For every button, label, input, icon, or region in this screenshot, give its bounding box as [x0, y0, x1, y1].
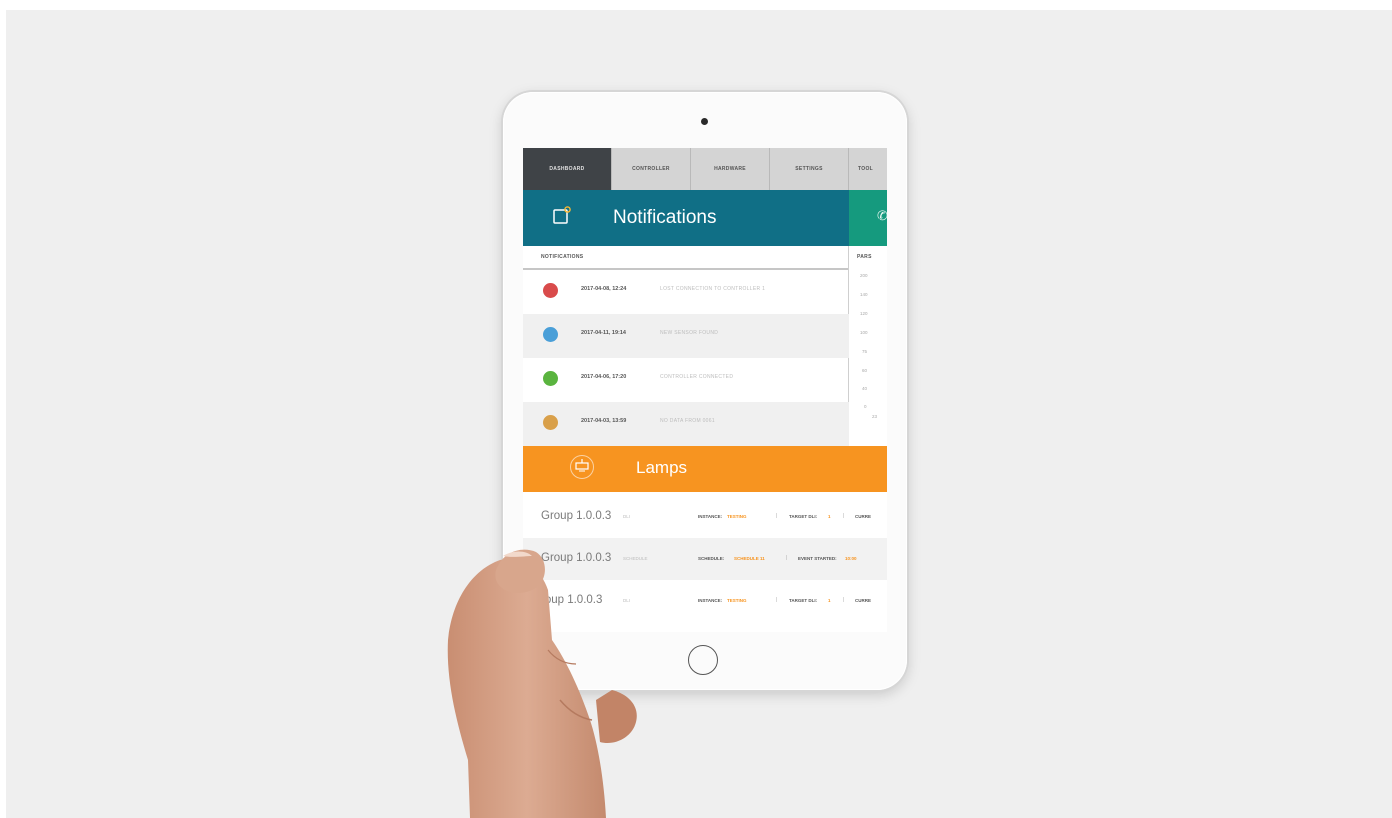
status-dot-orange [543, 415, 558, 430]
notification-message: NO DATA FROM 0061 [660, 418, 715, 424]
notification-row[interactable]: 2017-04-11, 19:14 NEW SENSOR FOUND [523, 314, 849, 358]
notification-box-icon [553, 206, 571, 224]
lamp-field-label: TARGET DLI: [789, 598, 818, 603]
scale-value: 100 [860, 330, 868, 335]
separator: | [843, 597, 845, 603]
lamp-group-mode: DLI [623, 514, 631, 519]
scale-value: 0 [864, 404, 867, 409]
scale-value: 75 [862, 349, 868, 354]
home-button[interactable] [688, 645, 718, 675]
tablet-device: DASHBOARD CONTROLLER HARDWARE SETTINGS T… [503, 92, 907, 690]
notification-message: LOST CONNECTION TO CONTROLLER 1 [660, 286, 766, 292]
notification-row[interactable]: 2017-04-06, 17:20 CONTROLLER CONNECTED [523, 358, 849, 402]
lamp-group-name: roup 1.0.0.3 [541, 594, 603, 606]
phone-icon: ✆ [877, 208, 887, 223]
tab-tool[interactable]: TOOL [849, 148, 887, 190]
tab-dashboard[interactable]: DASHBOARD [523, 148, 612, 190]
notification-date: 2017-04-08, 12:24 [581, 286, 627, 292]
tab-controller[interactable]: CONTROLLER [612, 148, 691, 190]
lamp-field-label: CURRE [855, 514, 872, 519]
camera-icon [701, 118, 708, 125]
lamp-group-name: Group 1.0.0.3 [541, 510, 612, 522]
lamp-group-row[interactable]: roup 1.0.0.3 DLI INSTANCE: TESTING | TAR… [523, 580, 887, 622]
tab-settings[interactable]: SETTINGS [770, 148, 849, 190]
scale-value: 140 [860, 292, 868, 297]
side-panel-header: ✆ [849, 190, 887, 246]
notification-date: 2017-04-06, 17:20 [581, 374, 627, 380]
separator: | [776, 513, 778, 519]
lamp-field-label: TARGET DLI: [789, 514, 818, 519]
lamp-field-label: INSTANCE: [698, 514, 723, 519]
lamp-group-row[interactable]: Group 1.0.0.3 DLI INSTANCE: TESTING | TA… [523, 496, 887, 538]
lamp-group-row[interactable]: Group 1.0.0.3 SCHEDULE SCHEDULE: SCHEDUL… [523, 538, 887, 580]
scale-value: 23 [872, 414, 878, 419]
lamp-field-value: 1 [828, 598, 831, 603]
lamps-title: Lamps [636, 458, 688, 477]
lamp-group-mode: SCHEDULE [623, 556, 648, 561]
lamp-group-name: Group 1.0.0.3 [541, 552, 612, 564]
lamp-field-label: SCHEDULE: [698, 556, 725, 561]
image-border-left [0, 0, 6, 818]
lamp-group-mode: DLI [623, 598, 631, 603]
notifications-title: Notifications [613, 207, 717, 228]
lamps-header: Lamps [523, 446, 887, 492]
separator: | [776, 597, 778, 603]
lamp-field-value: 10:00 [845, 556, 857, 561]
notifications-header: Notifications [523, 190, 849, 246]
scale-value: 200 [860, 273, 868, 278]
lamp-field-value: TESTING [727, 514, 747, 519]
notifications-column-label: NOTIFICATIONS [541, 254, 584, 260]
lamp-field-label: EVENT STARTED: [798, 556, 837, 561]
lamp-field-label: INSTANCE: [698, 598, 723, 603]
separator: | [786, 555, 788, 561]
notification-date: 2017-04-11, 19:14 [581, 330, 626, 336]
lamp-field-value: 1 [828, 514, 831, 519]
lamp-icon [570, 455, 594, 479]
notification-message: CONTROLLER CONNECTED [660, 374, 734, 380]
lamp-field-value: TESTING [727, 598, 747, 603]
lamp-field-label: CURRE [855, 598, 872, 603]
lamp-field-value: SCHEDULE 11 [734, 556, 765, 561]
scene: DASHBOARD CONTROLLER HARDWARE SETTINGS T… [0, 0, 1392, 818]
status-dot-green [543, 371, 558, 386]
image-border-top [0, 0, 1392, 10]
tablet-screen: DASHBOARD CONTROLLER HARDWARE SETTINGS T… [523, 148, 887, 632]
notification-row[interactable]: 2017-04-08, 12:24 LOST CONNECTION TO CON… [523, 270, 849, 314]
scale-value: 120 [860, 311, 868, 316]
status-dot-blue [543, 327, 558, 342]
tab-hardware[interactable]: HARDWARE [691, 148, 770, 190]
scale-value: 60 [862, 368, 868, 373]
scale-value: 40 [862, 386, 868, 391]
notification-date: 2017-04-03, 13:59 [581, 418, 627, 424]
side-column-label: PARS [857, 254, 872, 260]
status-dot-red [543, 283, 558, 298]
tab-bar: DASHBOARD CONTROLLER HARDWARE SETTINGS T… [523, 148, 887, 190]
notification-message: NEW SENSOR FOUND [660, 330, 719, 336]
notification-row[interactable]: 2017-04-03, 13:59 NO DATA FROM 0061 [523, 402, 849, 446]
separator: | [843, 513, 845, 519]
